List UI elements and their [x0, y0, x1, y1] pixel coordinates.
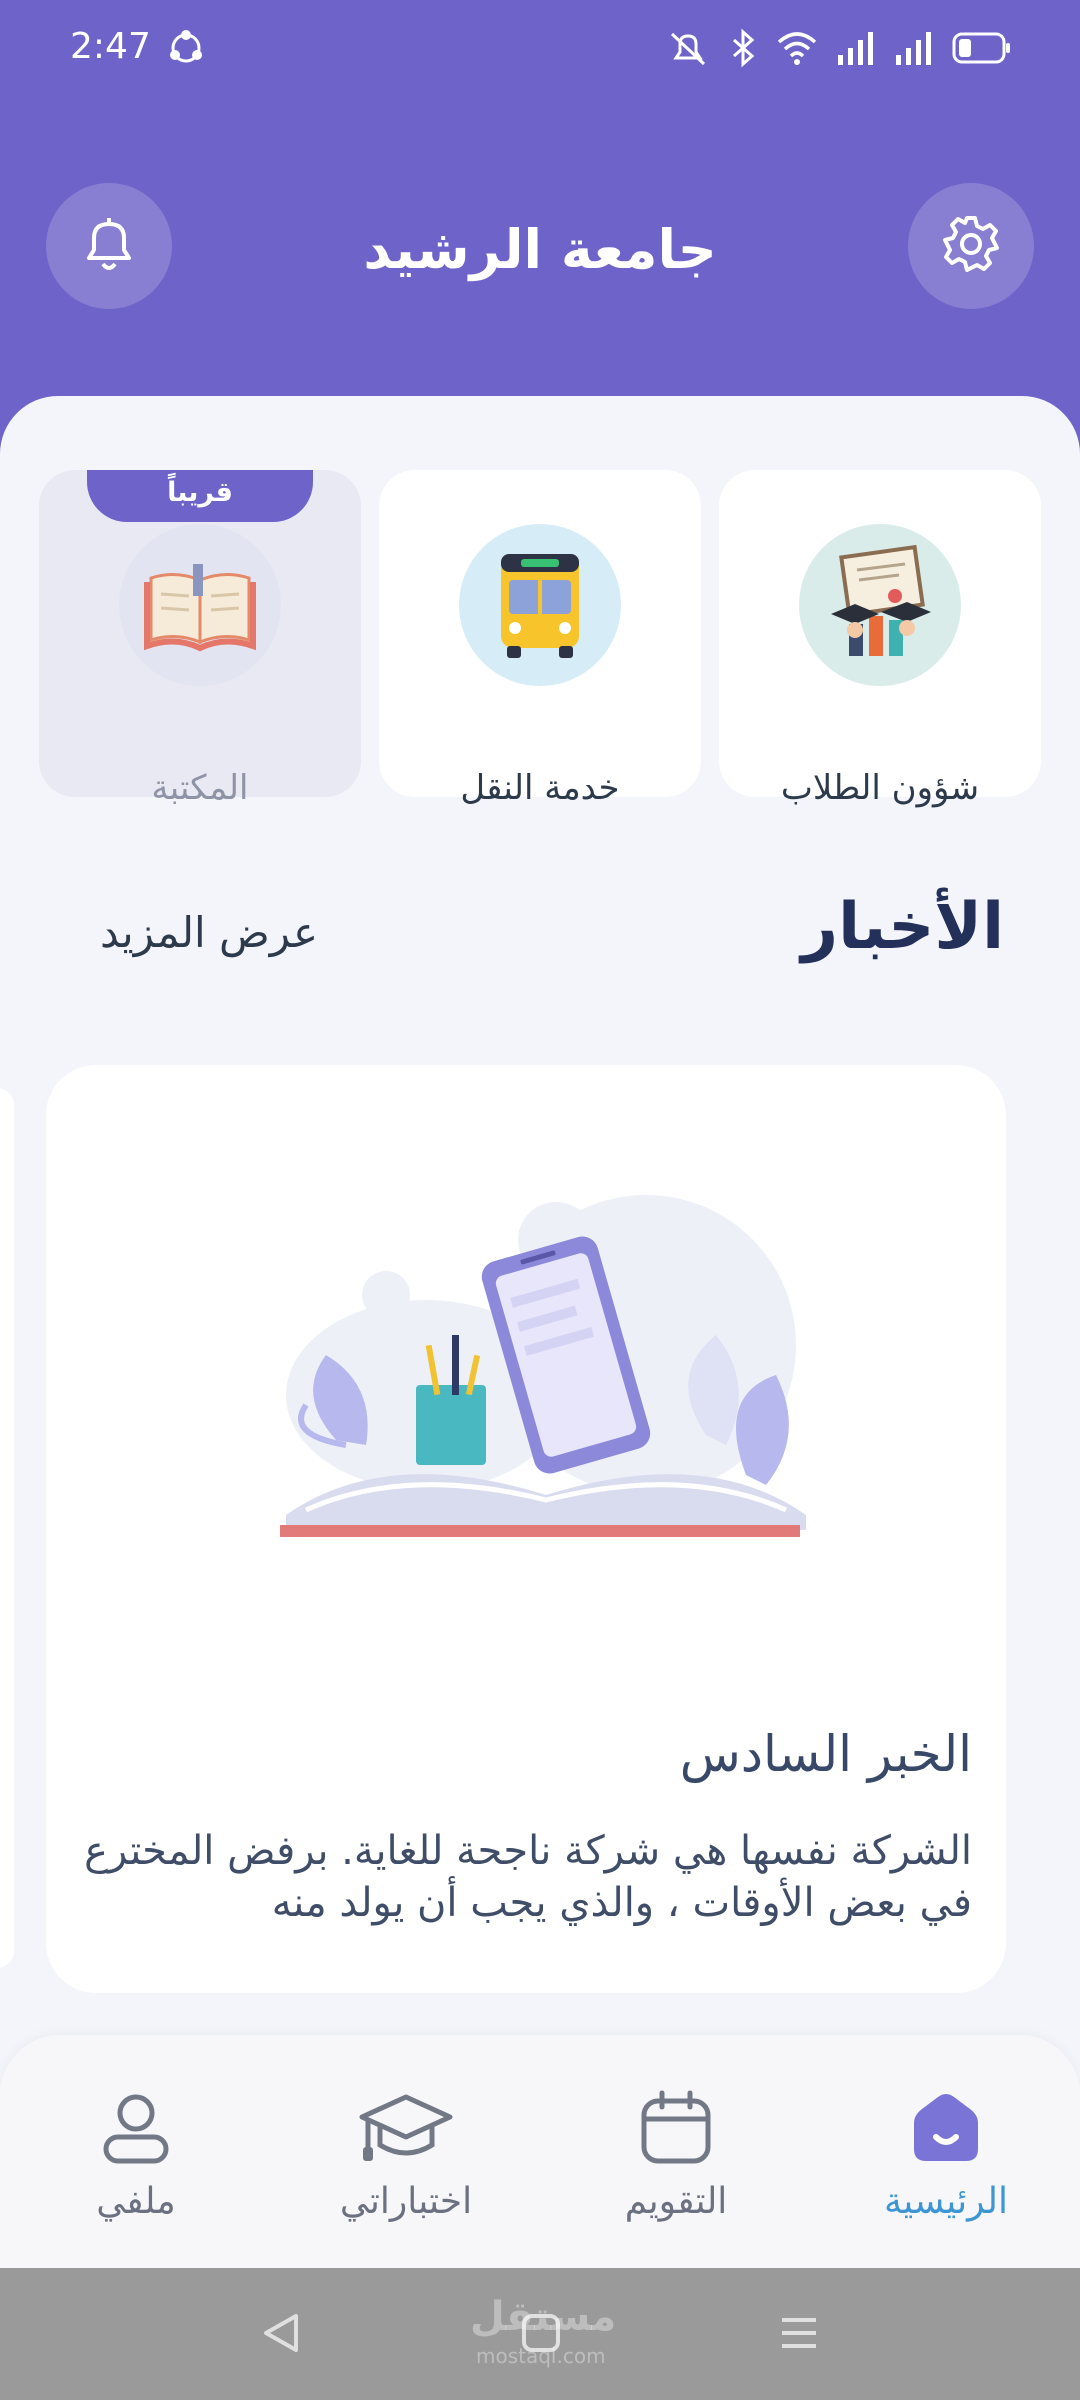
service-card-library[interactable]: قريباً المكتبة [39, 470, 361, 808]
system-navigation-bar: مستقل mostaql.com [0, 2268, 1080, 2400]
sync-icon [164, 26, 208, 74]
signal-icon [894, 31, 934, 69]
status-time: 2:47 [70, 26, 151, 67]
app-header: 2:47 جامعة الرشيد [0, 0, 1080, 460]
book-icon [119, 524, 281, 686]
nav-item-exams[interactable]: اختباراتي [296, 2087, 516, 2222]
service-card-student-affairs[interactable]: شؤون الطلاب [719, 470, 1041, 808]
view-more-link[interactable]: عرض المزيد [100, 908, 318, 957]
news-headline: الخبر السادس [679, 1725, 972, 1783]
news-card-peek[interactable] [0, 1088, 14, 1968]
news-body: الشركة نفسها هي شركة ناجحة للغاية. برفض … [84, 1828, 972, 1926]
nav-label: التقويم [624, 2181, 728, 2222]
watermark-logo: مستقل [470, 2294, 617, 2340]
graduation-cap-icon [296, 2087, 516, 2171]
watermark-url: mostaql.com [476, 2344, 606, 2368]
nav-label: اختباراتي [339, 2181, 473, 2222]
settings-button[interactable] [908, 183, 1034, 309]
bottom-navigation: الرئيسية التقويم اختباراتي ملفي [0, 2035, 1080, 2270]
battery-icon [952, 31, 1012, 69]
coming-soon-badge: قريباً [87, 470, 313, 522]
nav-item-profile[interactable]: ملفي [26, 2087, 246, 2222]
service-card-transport[interactable]: خدمة النقل [379, 470, 701, 808]
news-section-title: الأخبار [801, 890, 1004, 964]
main-content: شؤون الطلاب خدمة النقل قريباً المكتبة ال… [0, 396, 1080, 2116]
graduation-certificate-icon [799, 524, 961, 686]
service-label: المكتبة [151, 768, 249, 808]
nav-label: الرئيسية [884, 2181, 1008, 2222]
bluetooth-icon [728, 28, 758, 72]
gear-icon [939, 212, 1003, 280]
news-card[interactable]: الخبر السادس الشركة نفسها هي شركة ناجحة … [46, 1065, 1006, 1993]
news-illustration [266, 1195, 826, 1595]
home-icon [836, 2087, 1056, 2171]
service-label: خدمة النقل [460, 768, 620, 808]
bus-icon [459, 524, 621, 686]
calendar-icon [566, 2087, 786, 2171]
mute-icon [666, 28, 710, 72]
menu-icon[interactable] [774, 2308, 824, 2362]
wifi-icon [776, 30, 818, 70]
profile-icon [26, 2087, 246, 2171]
status-icons [666, 28, 1012, 72]
service-label: شؤون الطلاب [780, 768, 980, 808]
nav-item-calendar[interactable]: التقويم [566, 2087, 786, 2222]
status-bar: 2:47 [0, 22, 1080, 72]
nav-item-home[interactable]: الرئيسية [836, 2087, 1056, 2222]
back-icon[interactable] [256, 2308, 306, 2362]
signal-icon [836, 31, 876, 69]
nav-label: ملفي [96, 2181, 176, 2222]
